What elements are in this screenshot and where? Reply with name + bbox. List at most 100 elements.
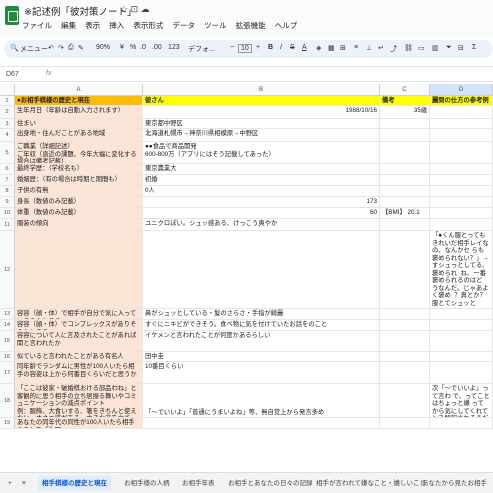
cell-d8[interactable] — [430, 186, 493, 197]
row-header[interactable]: 11 — [0, 219, 15, 231]
cell-c15[interactable] — [380, 331, 430, 352]
cell-c1[interactable]: 備考 — [380, 96, 430, 106]
redo-icon[interactable]: ↷ — [58, 44, 64, 52]
filter-icon[interactable]: ⏷ — [446, 44, 452, 52]
sheet-tab-6[interactable]: あなたから見たお相手 — [418, 476, 491, 491]
cell-d1[interactable]: 麗問の仕方の参考例 — [430, 96, 493, 106]
chart-icon[interactable]: ▥ — [432, 44, 439, 52]
cell-c3[interactable] — [380, 119, 430, 129]
bold-button[interactable]: B — [268, 44, 273, 51]
row-header[interactable]: 1 — [0, 96, 15, 106]
zoom-select[interactable]: 90% — [96, 44, 110, 51]
row-header[interactable]: 8 — [0, 186, 15, 197]
cell-a10[interactable]: 体重（数値のみ記載） — [15, 208, 143, 219]
cell-b8[interactable]: 0人 — [143, 186, 380, 197]
row-header[interactable]: 17 — [0, 362, 15, 384]
cell-c10[interactable]: 【BMI】 20.1 — [380, 208, 430, 219]
cell-b4[interactable]: 北海道札幌市→神奈川県相模原→中野区 — [143, 129, 380, 142]
sheet-tab-3[interactable]: お相手年表 — [178, 476, 219, 491]
cell-d6[interactable] — [430, 164, 493, 175]
currency-button[interactable]: ¥ — [120, 44, 124, 51]
row-header[interactable]: 13 — [0, 309, 15, 320]
decrease-decimal-button[interactable]: .0 — [140, 44, 146, 51]
row-header[interactable]: 6 — [0, 164, 15, 175]
cell-c12[interactable] — [380, 231, 430, 309]
cell-c16[interactable] — [380, 352, 430, 362]
font-size-plus-button[interactable]: + — [256, 44, 260, 51]
row-header[interactable]: 5 — [0, 142, 15, 164]
cell-c17[interactable] — [380, 362, 430, 384]
cell-c14[interactable] — [380, 320, 430, 331]
cell-b12[interactable] — [143, 231, 380, 309]
sheet-tab-1[interactable]: 相手棋様の歴史と現在 — [38, 476, 111, 491]
cell-b7[interactable]: 初婚 — [143, 175, 380, 186]
menu-insert[interactable]: 挿入 — [109, 21, 124, 30]
cell-a9[interactable]: 身長（数値のみ記載） — [15, 197, 143, 208]
column-header-c[interactable]: C — [380, 84, 430, 96]
cell-c9[interactable] — [380, 197, 430, 208]
align-icon[interactable]: ≡ — [354, 44, 358, 51]
text-color-button[interactable]: A — [302, 44, 307, 51]
sheet-tab-2[interactable]: お相手様の人柄 — [120, 476, 174, 491]
cell-a16[interactable]: 似ていると言われたことがある有名人 — [15, 352, 143, 362]
cell-d3[interactable] — [430, 119, 493, 129]
cell-c8[interactable] — [380, 186, 430, 197]
add-sheet-button[interactable]: + — [4, 476, 16, 491]
undo-icon[interactable]: ↶ — [48, 44, 54, 52]
row-header[interactable]: 10 — [0, 208, 15, 219]
cell-a7[interactable]: 婚姻歴：（有の場合は時期と期間も） — [15, 175, 143, 186]
wrap-icon[interactable]: ↵ — [378, 44, 384, 52]
increase-decimal-button[interactable]: .00 — [152, 44, 162, 51]
column-header-b[interactable]: B — [143, 84, 380, 96]
search-icon[interactable]: 🔍 — [10, 44, 19, 52]
cell-b1[interactable]: 彼さん — [143, 96, 380, 106]
cell-a13[interactable]: 容容（顔・体）で相手が自分で気に入っていそうなところ — [15, 309, 143, 320]
row-header[interactable]: 18 — [0, 384, 15, 418]
cell-b17[interactable]: 10番目くらい — [143, 362, 380, 384]
cell-a4[interactable]: 出身地・住んだことがある地域 — [15, 129, 143, 142]
print-icon[interactable]: ⎙ — [68, 44, 74, 52]
row-header[interactable]: 7 — [0, 175, 15, 186]
strikethrough-button[interactable]: S — [290, 44, 295, 51]
cell-c19[interactable] — [380, 418, 430, 429]
cell-d9[interactable] — [430, 197, 493, 208]
cell-c2[interactable]: 35歳 — [380, 106, 430, 119]
cell-b18[interactable]: 「〜でいいよ」「普通にうまいよね」等、無自覚上から発言多め — [143, 384, 380, 418]
cell-d14[interactable] — [430, 320, 493, 331]
sheets-logo-icon[interactable] — [5, 6, 19, 25]
cell-d15[interactable] — [430, 331, 493, 352]
cell-d17[interactable] — [430, 362, 493, 384]
cell-b2[interactable]: 1988/10/16 — [143, 106, 380, 119]
cell-d13[interactable] — [430, 309, 493, 320]
font-select[interactable]: デフォ... — [188, 44, 215, 54]
cell-d18[interactable]: 次「〜でいいよ」って言わ で、ってことはちょっと嫌 ってから気にしてくれて ンス… — [430, 384, 493, 418]
select-all-corner[interactable] — [0, 84, 15, 96]
cell-b11[interactable]: ユニクロぽい。シュッ感ある、けっこう爽やか — [143, 219, 380, 231]
paint-format-icon[interactable]: ✎ — [78, 44, 84, 52]
font-size-minus-icon[interactable]: − — [230, 44, 234, 51]
functions-icon[interactable]: Σ — [472, 44, 476, 51]
borders-icon[interactable]: ▦ — [328, 44, 335, 52]
cell-b3[interactable]: 東京都中野区 — [143, 119, 380, 129]
menu-tools[interactable]: ツール — [204, 21, 227, 30]
cell-b9[interactable]: 173 — [143, 197, 380, 208]
sheet-tab-4[interactable]: お相手とあなたの日々の記録 — [224, 476, 317, 491]
menu-edit[interactable]: 編集 — [61, 21, 76, 30]
cell-d5[interactable] — [430, 142, 493, 164]
cell-b10[interactable]: 60 — [143, 208, 380, 219]
cell-b6[interactable]: 東京農業大 — [143, 164, 380, 175]
font-size-input[interactable]: 10 — [238, 44, 252, 53]
cell-a17[interactable]: 同年齢でランダムに男性が100人いたら相手の容姿は上から何番目くらいだと思うか — [15, 362, 143, 384]
filter-views-icon[interactable]: ⊟ — [458, 44, 464, 52]
row-header[interactable]: 15 — [0, 331, 15, 352]
rotate-icon[interactable]: ⤴ — [390, 44, 397, 54]
cell-c7[interactable] — [380, 175, 430, 186]
row-header[interactable]: 2 — [0, 106, 15, 119]
cell-a19[interactable]: あなたの同年代の同性が100人いたら相手のことを「生理 — [15, 418, 143, 429]
percent-button[interactable]: % — [130, 44, 136, 51]
menu-help[interactable]: ヘルプ — [275, 21, 298, 30]
cell-c4[interactable] — [380, 129, 430, 142]
cell-a18[interactable]: 「ここは彼家・破婚棋おける部品わね」と客観的に思う相手の立ち居振る舞いやコミュニ… — [15, 384, 143, 418]
cell-b5[interactable]: ●●食品で商品開発 600-800万（アプリにはそう記載してあった） — [143, 142, 380, 164]
cell-d10[interactable] — [430, 208, 493, 219]
